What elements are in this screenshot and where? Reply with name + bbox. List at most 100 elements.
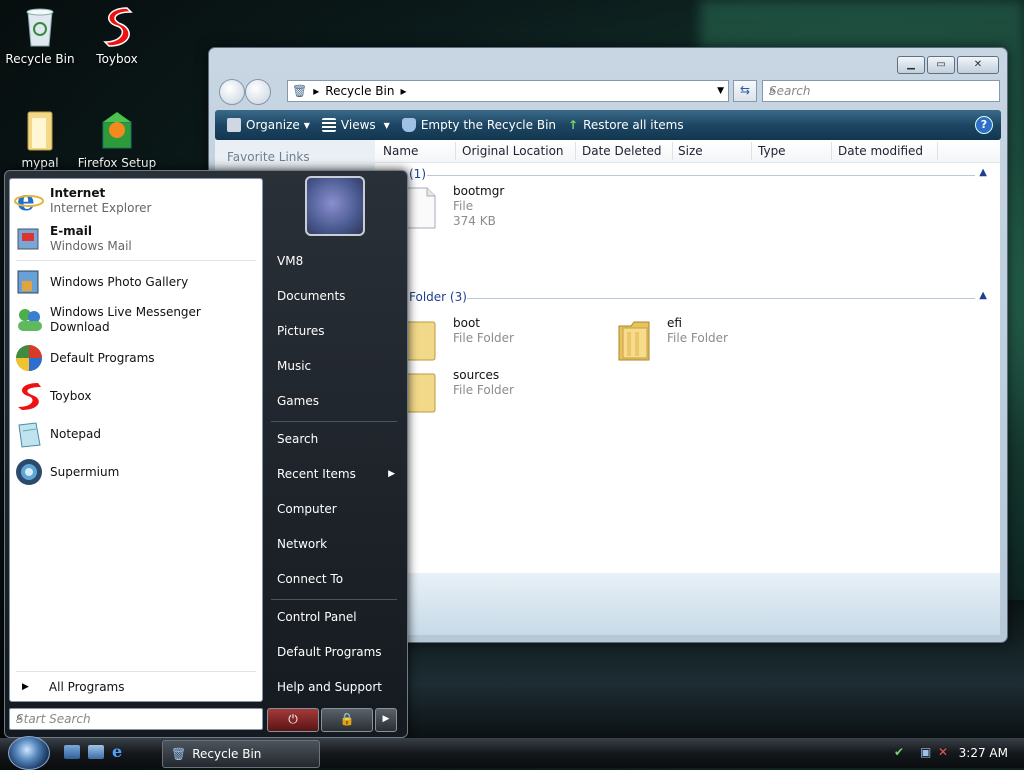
restore-arrow-icon: ↑: [568, 118, 579, 132]
search-icon[interactable]: ⌕: [769, 83, 993, 98]
start-right-music[interactable]: Music: [271, 351, 399, 381]
desktop-icon-firefox-setup[interactable]: Firefox Setup: [77, 108, 157, 170]
separator: [271, 421, 397, 422]
minimize-button[interactable]: ▁: [897, 56, 925, 74]
taskbar-button-recycle-bin[interactable]: 🗑 Recycle Bin: [162, 740, 320, 768]
column-separator: [751, 142, 752, 160]
show-desktop-icon[interactable]: [64, 745, 80, 759]
restore-all-button[interactable]: ↑ Restore all items: [568, 118, 684, 132]
power-icon[interactable]: ⏻: [267, 708, 319, 732]
start-right-vm8[interactable]: VM8: [271, 246, 399, 276]
start-right-label: Computer: [277, 502, 337, 516]
file-type: File: [453, 199, 474, 213]
collapse-icon[interactable]: ▲: [979, 290, 987, 301]
program-supermium[interactable]: Supermium: [14, 455, 258, 489]
folder-item-sources[interactable]: sources File Folder: [399, 368, 514, 416]
folder-item-efi[interactable]: efi File Folder: [613, 316, 728, 364]
program-label: Notepad: [50, 426, 101, 441]
views-button[interactable]: Views ▼: [321, 118, 390, 132]
start-right-recent-items[interactable]: Recent Items ▶: [271, 459, 399, 489]
clock[interactable]: 3:27 AM: [959, 746, 1008, 760]
start-right-help-and-support[interactable]: Help and Support: [271, 672, 399, 702]
pinned-subtitle: Internet Explorer: [50, 200, 152, 215]
empty-recycle-bin-button[interactable]: Empty the Recycle Bin: [401, 118, 556, 132]
address-bar[interactable]: 🗑 ▸ Recycle Bin ▸ ▼: [287, 80, 729, 102]
organize-button[interactable]: Organize ▼: [227, 118, 310, 132]
internet-explorer-icon[interactable]: e: [112, 744, 128, 760]
start-right-default-programs[interactable]: Default Programs: [271, 637, 399, 667]
all-programs-button[interactable]: ▶ All Programs: [14, 677, 258, 697]
program-windows-live-messenger-download[interactable]: Windows Live Messenger Download: [14, 303, 258, 337]
network-icon[interactable]: ▣: [920, 745, 931, 759]
start-menu-programs-panel: e Internet Internet Explorer E-mail Window…: [9, 178, 263, 702]
folder-icon: [613, 316, 657, 364]
svg-text:e: e: [17, 185, 35, 215]
desktop-icon-recycle-bin[interactable]: Recycle Bin: [0, 4, 80, 66]
start-button[interactable]: [8, 736, 50, 770]
notepad-icon: [14, 419, 44, 449]
folder-type: File Folder: [667, 331, 728, 345]
pinned-subtitle: Windows Mail: [50, 238, 132, 253]
start-right-label: VM8: [277, 254, 304, 268]
collapse-icon[interactable]: ▲: [979, 167, 987, 178]
desktop-icon-mypal[interactable]: mypal: [0, 108, 80, 170]
supermium-icon: [14, 457, 44, 487]
desktop-icon-label: Toybox: [96, 52, 138, 66]
chevron-right-icon: ▸: [400, 84, 407, 98]
forward-button[interactable]: [245, 79, 271, 105]
navigation-row: 🗑 ▸ Recycle Bin ▸ ▼ ⇆ Search ⌕: [217, 79, 1000, 105]
help-icon[interactable]: ?: [975, 116, 993, 134]
search-icon[interactable]: ⌕: [16, 710, 256, 725]
start-right-label: Documents: [277, 289, 346, 303]
program-windows-photo-gallery[interactable]: Windows Photo Gallery: [14, 265, 258, 299]
program-label: Supermium: [50, 464, 120, 479]
refresh-button[interactable]: ⇆: [733, 80, 757, 102]
recycle-bin-icon: 🗑: [171, 747, 187, 761]
program-toybox[interactable]: Toybox: [14, 379, 258, 413]
start-right-connect-to[interactable]: Connect To: [271, 564, 399, 594]
column-date-deleted[interactable]: Date Deleted: [582, 144, 662, 158]
column-date-modified[interactable]: Date modified: [838, 144, 923, 158]
program-notepad[interactable]: Notepad: [14, 417, 258, 451]
pinned-title: Internet: [50, 185, 106, 200]
volume-muted-icon[interactable]: ✕: [938, 745, 948, 759]
system-tray: ✔ ▣ ✕ 3:27 AM: [886, 740, 1024, 766]
column-type[interactable]: Type: [758, 144, 786, 158]
desktop-icon-toybox[interactable]: Toybox: [77, 4, 157, 66]
column-original-location[interactable]: Original Location: [462, 144, 564, 158]
start-right-computer[interactable]: Computer: [271, 494, 399, 524]
column-size[interactable]: Size: [678, 144, 703, 158]
folder-item-boot[interactable]: boot File Folder: [399, 316, 514, 364]
all-programs-label: All Programs: [48, 680, 125, 694]
back-button[interactable]: [219, 79, 245, 105]
taskbar: [0, 738, 1024, 768]
close-button[interactable]: ✕: [957, 56, 999, 74]
start-right-search[interactable]: Search: [271, 424, 399, 454]
program-default-programs[interactable]: Default Programs: [14, 341, 258, 375]
start-right-control-panel[interactable]: Control Panel: [271, 602, 399, 632]
search-input[interactable]: Search ⌕: [762, 80, 1000, 102]
start-right-pictures[interactable]: Pictures: [271, 316, 399, 346]
lock-icon[interactable]: 🔒: [321, 708, 373, 732]
start-right-games[interactable]: Games: [271, 386, 399, 416]
recycle-bin-icon: [20, 4, 60, 48]
file-item-bootmgr[interactable]: bootmgr File 374 KB: [399, 184, 504, 232]
maximize-button[interactable]: ▭: [927, 56, 955, 74]
views-label: Views: [340, 118, 376, 132]
window-controls: ▁ ▭ ✕: [897, 56, 999, 74]
security-icon[interactable]: ✔: [894, 745, 904, 759]
start-right-network[interactable]: Network: [271, 529, 399, 559]
power-options-arrow-icon[interactable]: ▶: [375, 708, 397, 732]
installer-icon: [97, 108, 137, 152]
start-search-input[interactable]: Start Search ⌕: [9, 708, 263, 730]
chevron-right-icon: ▶: [22, 682, 29, 692]
user-avatar[interactable]: [305, 176, 365, 236]
switch-windows-icon[interactable]: [88, 745, 104, 759]
address-dropdown-icon[interactable]: ▼: [717, 86, 724, 96]
column-name[interactable]: Name: [383, 144, 418, 158]
start-right-label: Pictures: [277, 324, 325, 338]
start-right-documents[interactable]: Documents: [271, 281, 399, 311]
address-segment[interactable]: Recycle Bin: [325, 84, 394, 98]
pinned-email[interactable]: E-mail Windows Mail: [14, 221, 258, 255]
pinned-internet[interactable]: e Internet Internet Explorer: [14, 183, 258, 217]
